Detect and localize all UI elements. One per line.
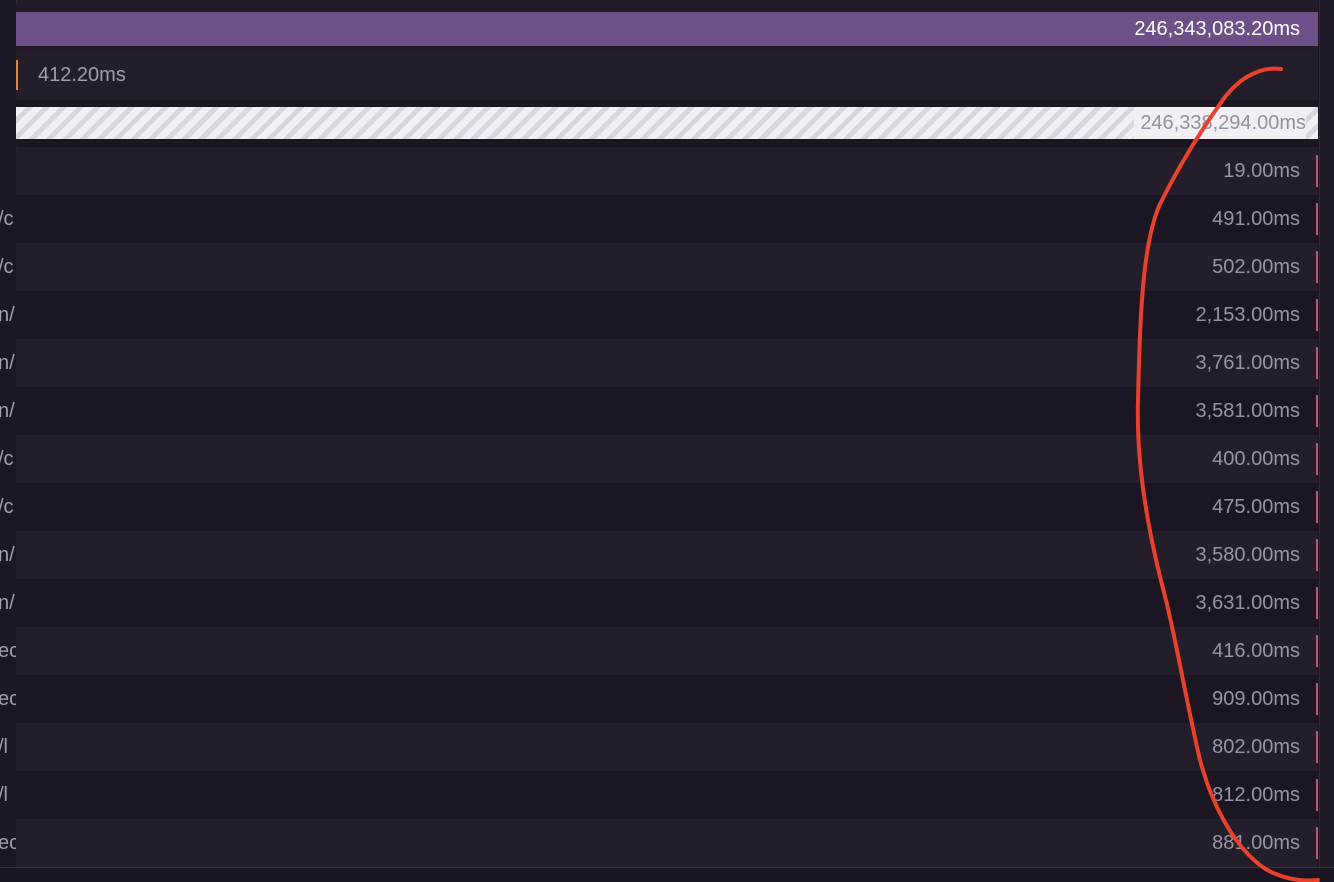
span-row[interactable]: 812.00ms [16, 771, 1318, 819]
span-bar-tick [1316, 395, 1318, 427]
span-name-column: /c/cn/n/n//c/cn/n/ecec/l/lec [0, 0, 17, 882]
trace-waterfall: /c/cn/n/n//c/cn/n/ecec/l/lec 246,343,083… [0, 0, 1334, 882]
span-bar-tick [1316, 587, 1318, 619]
trace-total-row[interactable]: 246,343,083.20ms [16, 4, 1318, 50]
span-row[interactable]: 881.00ms [16, 819, 1318, 867]
span-bar-tick [1316, 299, 1318, 331]
span-name[interactable]: ec [0, 627, 16, 675]
span-row[interactable]: 3,761.00ms [16, 339, 1318, 387]
span-bar-tick [1316, 203, 1318, 235]
span-row[interactable]: 909.00ms [16, 675, 1318, 723]
span-duration: 881.00ms [1212, 832, 1300, 854]
bottom-edge [0, 867, 1334, 882]
span-row[interactable]: 2,153.00ms [16, 291, 1318, 339]
span-duration: 19.00ms [1223, 160, 1300, 182]
span-bar-tick [1316, 779, 1318, 811]
span-row[interactable]: 502.00ms [16, 243, 1318, 291]
span-duration: 416.00ms [1212, 640, 1300, 662]
span-row[interactable]: 3,580.00ms [16, 531, 1318, 579]
span-name[interactable]: /c [0, 243, 16, 291]
span-duration: 3,631.00ms [1195, 592, 1300, 614]
span-duration: 3,761.00ms [1195, 352, 1300, 374]
span-name[interactable]: ec [0, 819, 16, 867]
span-duration: 3,581.00ms [1195, 400, 1300, 422]
span-duration: 909.00ms [1212, 688, 1300, 710]
span-row[interactable]: 475.00ms [16, 483, 1318, 531]
span-name[interactable]: n/ [0, 339, 16, 387]
gap-duration: 246,338,294.00ms [1134, 107, 1306, 139]
span-name[interactable]: n/ [0, 531, 16, 579]
span-bar-tick [1316, 155, 1318, 187]
span-duration: 812.00ms [1212, 784, 1300, 806]
first-span-marker [16, 60, 18, 90]
span-name[interactable]: /c [0, 435, 16, 483]
span-bar-tick [1316, 635, 1318, 667]
span-row[interactable]: 802.00ms [16, 723, 1318, 771]
span-row[interactable]: 416.00ms [16, 627, 1318, 675]
span-duration: 400.00ms [1212, 448, 1300, 470]
span-name[interactable]: /l [0, 723, 16, 771]
span-name[interactable]: n/ [0, 387, 16, 435]
span-bar-tick [1316, 443, 1318, 475]
missing-instrumentation-row[interactable]: 246,338,294.00ms [16, 100, 1318, 146]
span-name[interactable]: /c [0, 195, 16, 243]
span-row[interactable]: 3,581.00ms [16, 387, 1318, 435]
trace-total-duration: 246,343,083.20ms [1134, 18, 1300, 40]
first-span-duration: 412.20ms [38, 64, 126, 86]
span-row[interactable]: 3,631.00ms [16, 579, 1318, 627]
span-bar-tick [1316, 827, 1318, 859]
span-duration: 502.00ms [1212, 256, 1300, 278]
span-duration: 802.00ms [1212, 736, 1300, 758]
right-edge [1319, 0, 1334, 882]
span-name[interactable]: n/ [0, 291, 16, 339]
span-name[interactable]: /c [0, 483, 16, 531]
span-name[interactable]: ec [0, 675, 16, 723]
span-row[interactable]: 491.00ms [16, 195, 1318, 243]
trace-total-bar[interactable]: 246,343,083.20ms [16, 12, 1318, 46]
span-bar-tick [1316, 347, 1318, 379]
span-bar-tick [1316, 683, 1318, 715]
span-name[interactable] [0, 147, 16, 195]
span-bar-tick [1316, 251, 1318, 283]
span-bar-tick [1316, 491, 1318, 523]
span-name[interactable]: /l [0, 771, 16, 819]
span-name[interactable]: n/ [0, 579, 16, 627]
span-duration: 475.00ms [1212, 496, 1300, 518]
span-bar-tick [1316, 539, 1318, 571]
span-row[interactable]: 400.00ms [16, 435, 1318, 483]
span-duration: 2,153.00ms [1195, 304, 1300, 326]
missing-instrumentation-bar[interactable]: 246,338,294.00ms [16, 107, 1318, 139]
span-duration: 491.00ms [1212, 208, 1300, 230]
span-bar-tick [1316, 731, 1318, 763]
first-span-row[interactable]: 412.20ms [16, 50, 1318, 100]
span-duration: 3,580.00ms [1195, 544, 1300, 566]
span-row[interactable]: 19.00ms [16, 147, 1318, 195]
